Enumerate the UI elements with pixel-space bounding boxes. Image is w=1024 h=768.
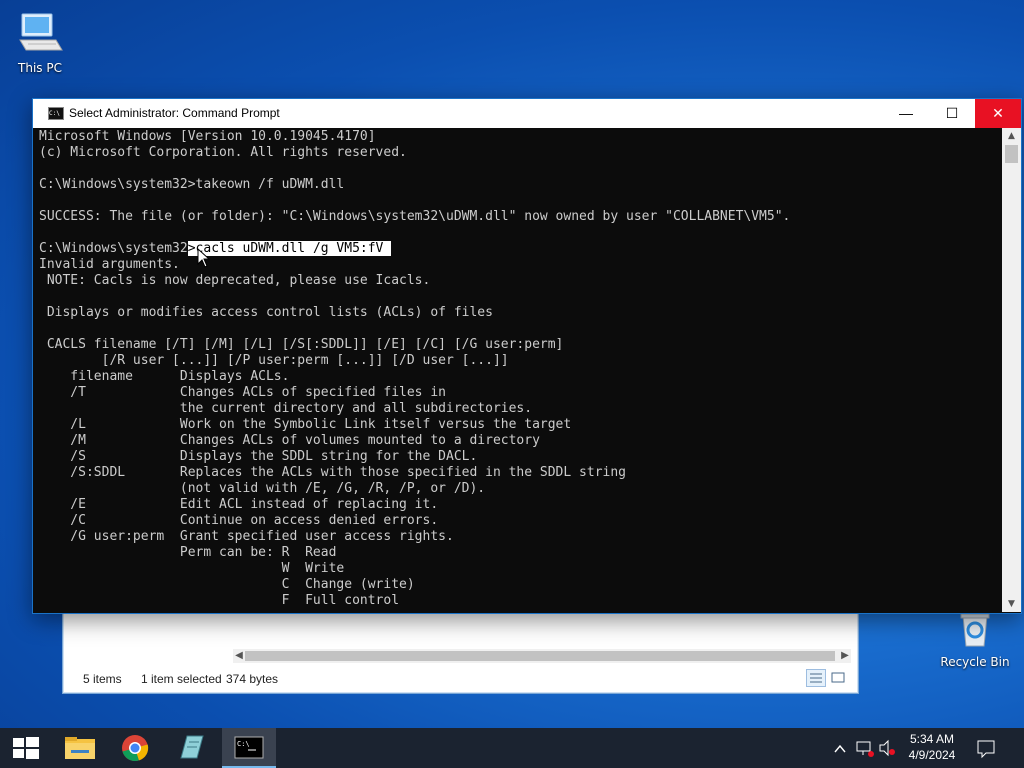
status-item-count: 5 items [83, 672, 122, 686]
taskbar: C:\ 5:34 AM 4/9/2024 [0, 728, 1024, 768]
notepad-taskbar-button[interactable] [165, 728, 219, 768]
console-line: CACLS filename [/T] [/M] [/L] [/S[:SDDL]… [39, 337, 564, 352]
close-icon: ✕ [992, 105, 1004, 121]
maximize-button[interactable]: ☐ [929, 99, 975, 128]
maximize-icon: ☐ [945, 105, 959, 121]
console-line: F Full control [39, 593, 400, 607]
volume-muted-icon [879, 739, 895, 757]
scroll-left-arrow-icon[interactable]: ◀ [233, 649, 245, 663]
console-line: Invalid arguments. [39, 257, 180, 272]
console-line: /T Changes ACLs of specified files in [39, 385, 446, 400]
chevron-up-icon [834, 744, 846, 753]
network-tray-button[interactable] [855, 728, 875, 768]
console-line: (c) Microsoft Corporation. All rights re… [39, 145, 407, 160]
window-title: Select Administrator: Command Prompt [69, 106, 280, 120]
console-output[interactable]: Microsoft Windows [Version 10.0.19045.41… [39, 129, 997, 607]
cmd-app-icon: C:\ [48, 107, 64, 120]
notepad-icon [180, 735, 204, 759]
console-line: NOTE: Cacls is now deprecated, please us… [39, 273, 431, 288]
recycle-bin-desktop-icon[interactable]: Recycle Bin [935, 610, 1015, 669]
cmd-icon: C:\ [234, 736, 264, 759]
status-size: 374 bytes [226, 672, 279, 686]
notification-icon [977, 740, 995, 759]
console-line: /E Edit ACL instead of replacing it. [39, 497, 439, 512]
console-line: Perm can be: R Read [39, 545, 337, 560]
console-line: C Change (write) [39, 577, 415, 592]
console-prompt-line: C:\Windows\system32>cacls uDWM.dll /g VM… [39, 241, 997, 257]
show-hidden-icons-button[interactable] [832, 728, 848, 768]
scroll-down-arrow-icon[interactable]: ▼ [1002, 596, 1021, 612]
cmd-titlebar[interactable]: C:\ Select Administrator: Command Prompt… [33, 99, 1021, 128]
console-line: (not valid with /E, /G, /R, /P, or /D). [39, 481, 486, 496]
minimize-button[interactable]: — [883, 99, 929, 128]
file-explorer-window[interactable]: ◀ ▶ 5 items 1 item selected 374 bytes [62, 600, 859, 694]
scroll-up-arrow-icon[interactable]: ▲ [1002, 128, 1021, 144]
close-button[interactable]: ✕ [975, 99, 1021, 128]
svg-text:C:\: C:\ [237, 740, 250, 748]
console-line: W Write [39, 561, 345, 576]
console-line: filename Displays ACLs. [39, 369, 290, 384]
scroll-right-arrow-icon[interactable]: ▶ [839, 649, 851, 663]
status-bar: 5 items 1 item selected 374 bytes [63, 665, 858, 693]
command-prompt-taskbar-button[interactable]: C:\ [222, 728, 276, 768]
windows-logo-icon [13, 737, 39, 759]
network-disconnected-icon [856, 741, 874, 757]
volume-tray-button[interactable] [877, 728, 897, 768]
mouse-cursor-icon [197, 247, 211, 272]
computer-icon [0, 8, 80, 59]
folder-icon [65, 737, 95, 759]
console-line: [/R user [...]] [/P user:perm [...]] [/D… [39, 353, 509, 368]
scrollbar-thumb[interactable] [1005, 145, 1018, 163]
console-line: Displays or modifies access control list… [39, 305, 493, 320]
start-button[interactable] [0, 728, 54, 768]
status-selection: 1 item selected [141, 672, 222, 686]
selected-command-text[interactable]: >cacls uDWM.dll /g VM5:fV [187, 241, 392, 256]
prompt-path: C:\Windows\system32 [39, 241, 188, 256]
recycle-bin-label: Recycle Bin [940, 655, 1010, 669]
file-explorer-taskbar-button[interactable] [54, 728, 108, 768]
console-line: /L Work on the Symbolic Link itself vers… [39, 417, 572, 432]
chrome-taskbar-button[interactable] [108, 728, 162, 768]
command-prompt-window[interactable]: C:\ Select Administrator: Command Prompt… [32, 98, 1022, 614]
minimize-icon: — [899, 105, 913, 121]
clock-date: 4/9/2024 [908, 748, 956, 762]
clock-time: 5:34 AM [909, 732, 955, 746]
details-view-button[interactable] [806, 669, 826, 687]
console-line: /M Changes ACLs of volumes mounted to a … [39, 433, 540, 448]
scrollbar-thumb[interactable] [245, 651, 835, 661]
this-pc-desktop-icon[interactable]: This PC [0, 8, 80, 75]
taskbar-clock[interactable]: 5:34 AM 4/9/2024 [903, 731, 961, 763]
chrome-icon [122, 735, 149, 762]
vertical-scrollbar[interactable]: ▲ ▼ [1002, 128, 1021, 612]
console-line: /G user:perm Grant specified user access… [39, 529, 454, 544]
large-icons-view-icon [831, 672, 845, 683]
large-icons-view-button[interactable] [828, 669, 848, 687]
console-line: SUCCESS: The file (or folder): "C:\Windo… [39, 209, 791, 224]
action-center-button[interactable] [972, 728, 1000, 768]
horizontal-scrollbar[interactable]: ◀ ▶ [233, 649, 851, 663]
console-line: the current directory and all subdirecto… [39, 401, 533, 416]
console-line: C:\Windows\system32>takeown /f uDWM.dll [39, 177, 345, 192]
console-line: /C Continue on access denied errors. [39, 513, 439, 528]
console-line: Microsoft Windows [Version 10.0.19045.41… [39, 129, 376, 144]
console-line: /S:SDDL Replaces the ACLs with those spe… [39, 465, 626, 480]
recycle-bin-icon [935, 610, 1015, 653]
console-line: /S Displays the SDDL string for the DACL… [39, 449, 478, 464]
details-view-icon [810, 673, 822, 683]
this-pc-label: This PC [18, 61, 62, 75]
